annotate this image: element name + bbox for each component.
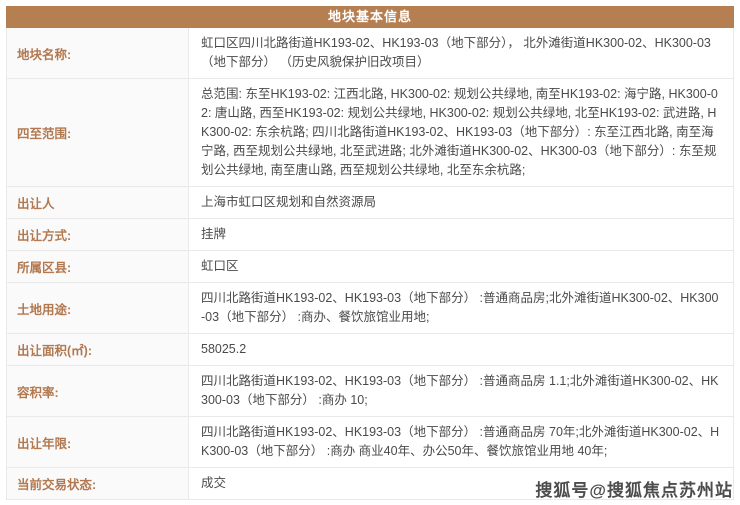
table-row: 土地用途: 四川北路街道HK193-02、HK193-03（地下部分） :普通商… [7,283,733,334]
row-value: 上海市虹口区规划和自然资源局 [189,187,733,218]
row-value: 虹口区 [189,251,733,282]
panel-title: 地块基本信息 [6,6,734,28]
row-label: 出让年限: [7,417,189,467]
table-row: 四至范围: 总范围: 东至HK193-02: 江西北路, HK300-02: 规… [7,79,733,187]
row-value-text: 虹口区 [201,257,239,276]
row-value-text: 上海市虹口区规划和自然资源局 [201,193,376,212]
table-row: 容积率: 四川北路街道HK193-02、HK193-03（地下部分） :普通商品… [7,366,733,417]
table-row: 地块名称: 虹口区四川北路街道HK193-02、HK193-03（地下部分）， … [7,28,733,79]
row-label: 出让人 [7,187,189,218]
row-value: 58025.2 [189,334,733,365]
table-row: 所属区县: 虹口区 [7,251,733,283]
table-row: 出让年限: 四川北路街道HK193-02、HK193-03（地下部分） :普通商… [7,417,733,468]
row-value-text: 成交 [201,474,226,493]
land-info-panel: 地块基本信息 地块名称: 虹口区四川北路街道HK193-02、HK193-03（… [6,6,734,500]
row-value-text: 四川北路街道HK193-02、HK193-03（地下部分） :普通商品房;北外滩… [201,289,721,327]
row-value-text: 四川北路街道HK193-02、HK193-03（地下部分） :普通商品房 1.1… [201,372,721,410]
table-row: 出让方式: 挂牌 [7,219,733,251]
row-label: 土地用途: [7,283,189,333]
table-row: 出让面积(㎡): 58025.2 [7,334,733,366]
row-value-text: 总范围: 东至HK193-02: 江西北路, HK300-02: 规划公共绿地,… [201,85,721,180]
row-value-text: 四川北路街道HK193-02、HK193-03（地下部分） :普通商品房 70年… [201,423,721,461]
row-label: 地块名称: [7,28,189,78]
row-value: 总范围: 东至HK193-02: 江西北路, HK300-02: 规划公共绿地,… [189,79,733,186]
row-value-text: 虹口区四川北路街道HK193-02、HK193-03（地下部分）， 北外滩街道H… [201,34,721,72]
row-label: 当前交易状态: [7,468,189,499]
row-value: 四川北路街道HK193-02、HK193-03（地下部分） :普通商品房;北外滩… [189,283,733,333]
row-value: 四川北路街道HK193-02、HK193-03（地下部分） :普通商品房 70年… [189,417,733,467]
row-value-text: 58025.2 [201,340,246,359]
row-value-text: 挂牌 [201,225,226,244]
row-label: 出让方式: [7,219,189,250]
row-label: 出让面积(㎡): [7,334,189,365]
row-value: 虹口区四川北路街道HK193-02、HK193-03（地下部分）， 北外滩街道H… [189,28,733,78]
table-row: 出让人 上海市虹口区规划和自然资源局 [7,187,733,219]
row-value: 四川北路街道HK193-02、HK193-03（地下部分） :普通商品房 1.1… [189,366,733,416]
land-info-table: 地块名称: 虹口区四川北路街道HK193-02、HK193-03（地下部分）， … [6,28,734,500]
row-label: 容积率: [7,366,189,416]
row-label: 所属区县: [7,251,189,282]
row-value: 挂牌 [189,219,733,250]
row-label: 四至范围: [7,79,189,186]
sohu-watermark: 搜狐号@搜狐焦点苏州站 [535,476,733,501]
